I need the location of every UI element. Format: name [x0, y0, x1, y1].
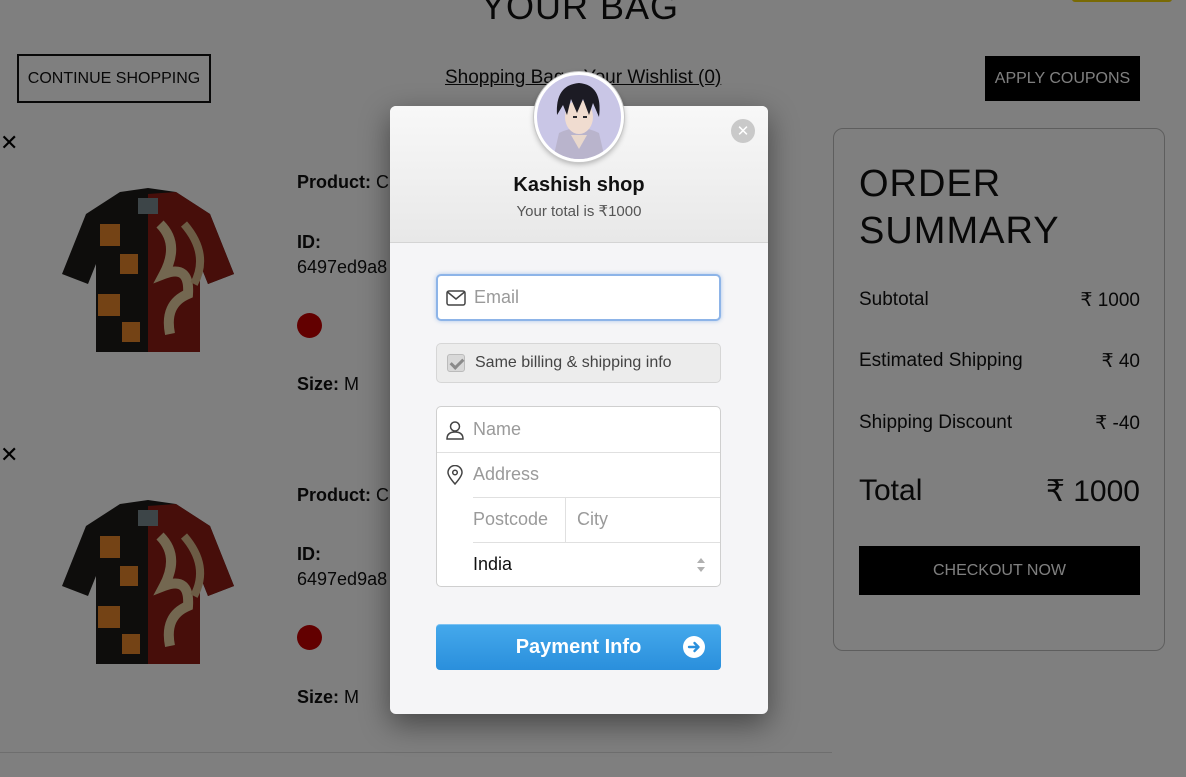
- same-billing-label: Same billing & shipping info: [475, 354, 672, 371]
- close-modal-button[interactable]: ✕: [731, 119, 755, 143]
- mail-icon: [438, 289, 474, 306]
- address-fieldset: India: [436, 406, 721, 587]
- postcode-input[interactable]: [473, 509, 561, 530]
- same-billing-checkbox[interactable]: [447, 354, 465, 372]
- address-row: [437, 452, 720, 497]
- name-input[interactable]: [473, 419, 713, 440]
- user-icon: [437, 420, 473, 440]
- email-field-wrapper: [436, 274, 721, 321]
- select-arrows-icon: [697, 558, 705, 572]
- close-icon: ✕: [736, 122, 750, 140]
- payment-modal: ✕ Kashish shop Your total is ₹1000 Same …: [390, 72, 768, 714]
- country-value: India: [473, 554, 513, 574]
- city-input[interactable]: [577, 509, 717, 530]
- field-divider: [565, 497, 566, 542]
- order-total-text: Your total is ₹1000: [516, 203, 642, 220]
- arrow-right-icon: [683, 636, 705, 658]
- payment-info-label: Payment Info: [515, 635, 642, 658]
- payment-info-button[interactable]: Payment Info: [436, 624, 721, 670]
- shop-name: Kashish shop: [513, 174, 645, 196]
- location-pin-icon: [437, 464, 473, 485]
- same-billing-toggle[interactable]: Same billing & shipping info: [436, 343, 721, 383]
- country-select[interactable]: India: [437, 542, 720, 586]
- address-input[interactable]: [473, 464, 713, 485]
- shop-avatar: [534, 72, 624, 162]
- postcode-city-row: [437, 497, 720, 542]
- name-row: [437, 407, 720, 452]
- modal-header: ✕ Kashish shop Your total is ₹1000: [390, 72, 768, 243]
- email-input[interactable]: [474, 287, 709, 308]
